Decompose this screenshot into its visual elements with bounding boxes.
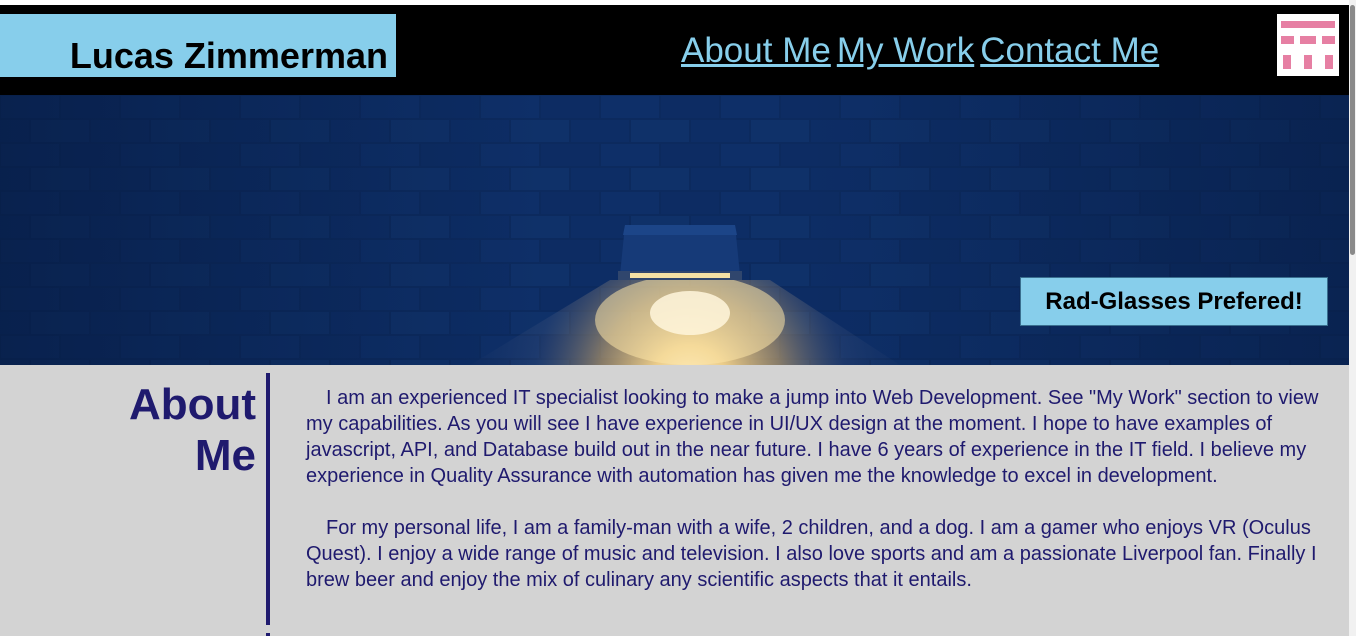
site-header: Lucas Zimmerman About Me My Work Contact M… (0, 5, 1349, 95)
about-paragraph-personal: For my personal life, I am a family-man … (306, 517, 1317, 591)
about-heading: About Me (100, 379, 256, 481)
section-divider (266, 373, 270, 625)
about-body: I am an experienced IT specialist lookin… (306, 385, 1331, 619)
nav-link-about-me[interactable]: About Me (681, 31, 831, 70)
vertical-scrollbar[interactable] (1349, 0, 1356, 636)
about-paragraph-professional: I am an experienced IT specialist lookin… (306, 387, 1319, 487)
nav-link-my-work[interactable]: My Work (837, 31, 974, 70)
about-me-section: About Me I am an experienced IT speciali… (0, 365, 1349, 636)
page: Lucas Zimmerman About Me My Work Contact M… (0, 0, 1356, 636)
name-banner: Lucas Zimmerman (0, 14, 396, 77)
nav-link-contact-me[interactable]: Contact Me (980, 31, 1159, 70)
about-heading-line2: Me (194, 431, 256, 480)
pink-pixel-logo-icon[interactable] (1277, 14, 1339, 76)
site-owner-name: Lucas Zimmerman (69, 35, 388, 76)
about-heading-line1: About (128, 380, 256, 429)
scrollbar-thumb[interactable] (1350, 5, 1355, 255)
main-nav: About Me My Work Contact Me (681, 31, 1165, 71)
tagline-badge: Rad-Glasses Prefered! (1020, 277, 1328, 326)
